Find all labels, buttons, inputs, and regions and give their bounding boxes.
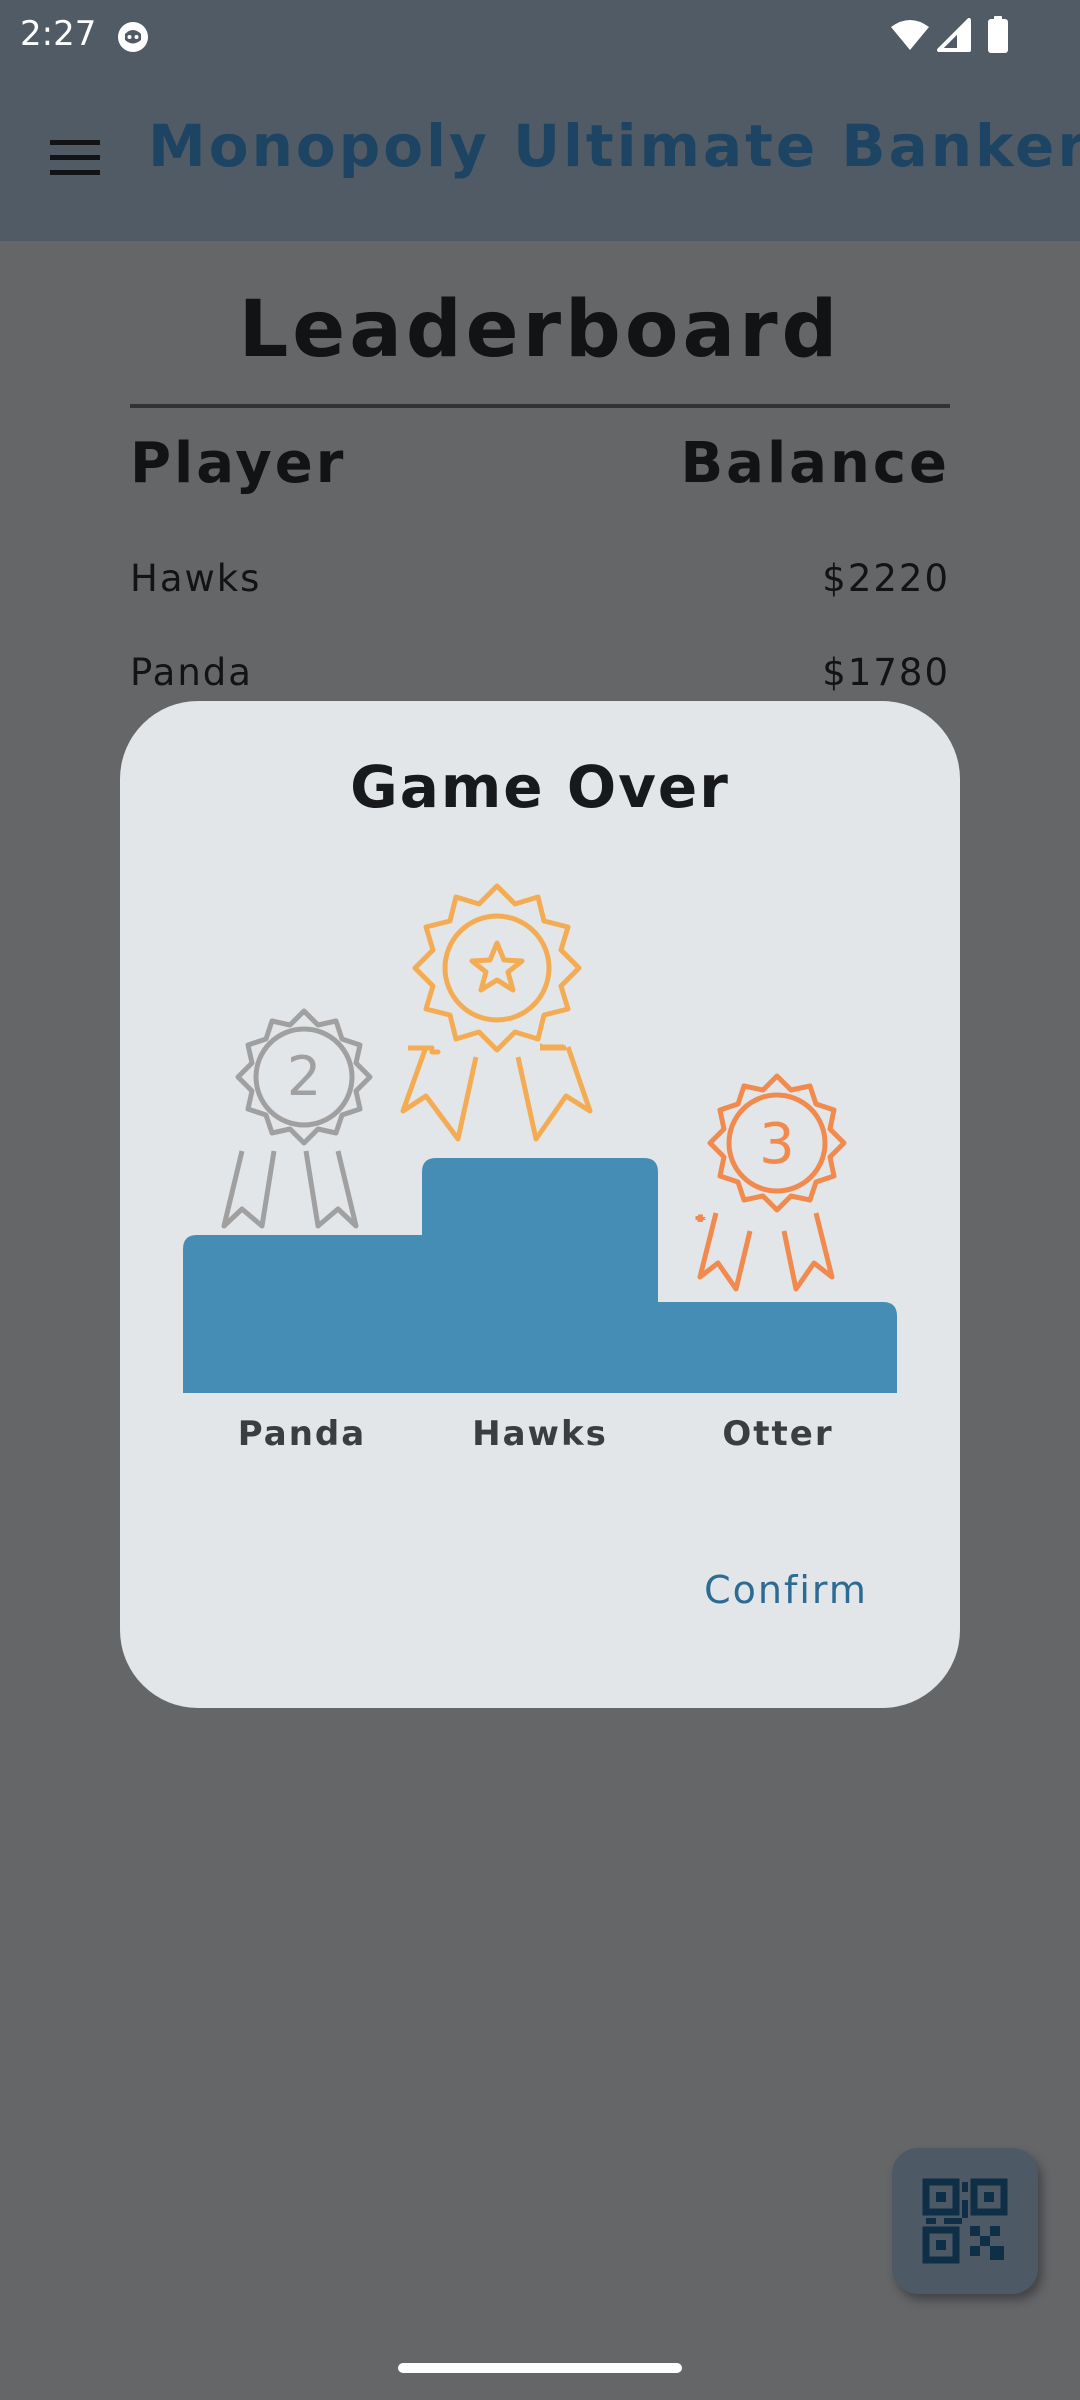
- leaderboard-row: Hawks $2220: [130, 557, 950, 617]
- app-bar: Monopoly Ultimate Banker: [0, 72, 1080, 241]
- podium-label-first: Hawks: [472, 1414, 608, 1454]
- player-balance: $2220: [822, 557, 950, 600]
- podium-third-block: [658, 1302, 897, 1393]
- player-name: Hawks: [130, 557, 262, 600]
- app-title: Monopoly Ultimate Banker: [148, 112, 1080, 180]
- home-indicator[interactable]: [398, 2363, 682, 2373]
- second-place-ribbon-icon: [221, 1008, 373, 1229]
- player-column-header: Player: [130, 431, 347, 496]
- confirm-button[interactable]: Confirm: [676, 1550, 896, 1630]
- wifi-icon: [891, 20, 929, 50]
- app-notification-icon: [118, 22, 148, 52]
- screen: 2:27 Monopoly Ultimate Banker Leaderboar…: [0, 0, 1080, 2400]
- player-name: Panda: [130, 651, 253, 694]
- third-place-number: 3: [759, 1112, 795, 1177]
- hamburger-menu-icon[interactable]: [50, 140, 100, 176]
- podium-first-block: [422, 1158, 658, 1393]
- third-place-ribbon-icon: [695, 1073, 847, 1292]
- podium-label-second: Panda: [237, 1414, 367, 1454]
- leaderboard-divider: [130, 404, 950, 408]
- game-over-dialog: Game Over 2 3 Panda Hawks Otter Confirm: [120, 701, 960, 1708]
- podium-second-block: [183, 1235, 422, 1393]
- leaderboard-title: Leaderboard: [238, 285, 842, 375]
- battery-icon: [988, 16, 1008, 53]
- status-bar: 2:27: [0, 0, 1080, 72]
- second-place-number: 2: [287, 1045, 321, 1108]
- player-balance: $1780: [822, 651, 950, 694]
- signal-icon: [937, 18, 971, 52]
- status-time: 2:27: [20, 14, 97, 54]
- scan-qr-button[interactable]: [892, 2148, 1038, 2294]
- podium-label-third: Otter: [722, 1414, 834, 1454]
- first-place-ribbon-icon: [400, 883, 593, 1142]
- balance-column-header: Balance: [680, 431, 950, 496]
- qr-code-icon: [922, 2178, 1008, 2264]
